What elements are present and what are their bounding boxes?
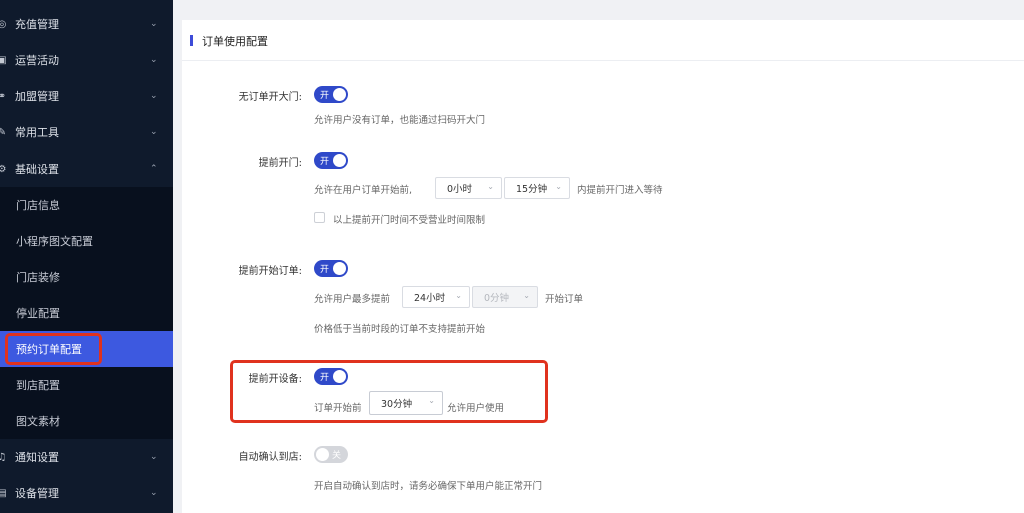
select-early-open-minute[interactable]: 15分钟 ⌄	[504, 177, 570, 199]
recharge-icon: ◎	[0, 18, 7, 30]
section-accent-bar	[190, 35, 193, 46]
field-label-early-start: 提前开始订单:	[238, 266, 302, 277]
sidebar-item-label: 门店装修	[16, 271, 60, 284]
sidebar-item-miniprogram-config[interactable]: 小程序图文配置	[0, 223, 173, 259]
settings-gear-icon: ⚙	[0, 163, 7, 175]
chevron-down-icon: ⌄	[455, 291, 462, 300]
sidebar: ◎ 充值管理 ⌄ ▣ 运营活动 ⌄ ⚭ 加盟管理 ⌄ ✎ 常用工具 ⌄ ⚙ 基础…	[0, 0, 173, 513]
field-label-no-order-open: 无订单开大门:	[238, 92, 302, 103]
tool-icon: ✎	[0, 126, 7, 138]
early-start-prefix: 允许用户最多提前	[314, 294, 391, 305]
checkbox-label: 以上提前开门时间不受营业时间限制	[333, 215, 486, 226]
field-label-auto-confirm: 自动确认到店:	[238, 452, 302, 463]
select-value: 15分钟	[516, 184, 548, 195]
campaign-icon: ▣	[0, 54, 7, 66]
sidebar-item-store-decoration[interactable]: 门店装修	[0, 259, 173, 295]
help-early-start: 价格低于当前时段的订单不支持提前开始	[314, 324, 486, 335]
toggle-knob	[333, 262, 346, 275]
checkbox-ignore-business-hours[interactable]	[314, 212, 325, 223]
toggle-early-start[interactable]: 开	[314, 260, 348, 277]
sidebar-group-label: 常用工具	[15, 126, 59, 139]
toggle-state-label: 关	[332, 451, 342, 461]
help-no-order-open: 允许用户没有订单，也能通过扫码开大门	[314, 115, 486, 126]
sidebar-item-label: 停业配置	[16, 307, 60, 320]
toggle-early-open[interactable]: 开	[314, 152, 348, 169]
field-label-early-open: 提前开门:	[258, 158, 302, 169]
sidebar-item-media-library[interactable]: 图文素材	[0, 403, 173, 439]
chevron-down-icon: ⌄	[150, 91, 158, 101]
chevron-down-icon: ⌄	[487, 182, 494, 191]
toggle-state-label: 开	[320, 91, 330, 101]
sidebar-group-devices[interactable]: ▤ 设备管理 ⌄	[0, 475, 173, 511]
chevron-up-icon: ⌃	[150, 164, 158, 174]
chevron-down-icon: ⌄	[523, 291, 530, 300]
sidebar-item-label: 小程序图文配置	[16, 235, 93, 248]
sidebar-group-operations[interactable]: ▣ 运营活动 ⌄	[0, 42, 173, 78]
main-panel	[182, 20, 1024, 513]
sidebar-group-label: 加盟管理	[15, 90, 59, 103]
sidebar-group-franchise[interactable]: ⚭ 加盟管理 ⌄	[0, 78, 173, 114]
toggle-no-order-open[interactable]: 开	[314, 86, 348, 103]
divider	[182, 60, 1024, 61]
sidebar-group-basic-settings[interactable]: ⚙ 基础设置 ⌃	[0, 151, 173, 187]
help-auto-confirm: 开启自动确认到店时，请务必确保下单用户能正常开门	[314, 481, 543, 492]
chevron-down-icon: ⌄	[150, 55, 158, 65]
sidebar-group-recharge[interactable]: ◎ 充值管理 ⌄	[0, 6, 173, 42]
sidebar-group-label: 运营活动	[15, 54, 59, 67]
highlight-box-early-device	[230, 360, 548, 423]
chevron-down-icon: ⌄	[555, 182, 562, 191]
early-open-suffix: 内提前开门进入等待	[577, 185, 663, 196]
bell-icon: ♫	[0, 451, 7, 463]
toggle-knob	[333, 154, 346, 167]
select-early-start-minute: 0分钟 ⌄	[472, 286, 538, 308]
highlight-box-sidebar	[5, 333, 102, 365]
sidebar-item-closure-config[interactable]: 停业配置	[0, 295, 173, 331]
toggle-knob	[333, 88, 346, 101]
franchise-icon: ⚭	[0, 90, 7, 102]
select-early-open-hour[interactable]: 0小时 ⌄	[435, 177, 502, 199]
chevron-down-icon: ⌄	[150, 488, 158, 498]
early-start-suffix: 开始订单	[545, 294, 584, 305]
sidebar-item-label: 到店配置	[16, 379, 60, 392]
sidebar-item-label: 门店信息	[16, 199, 60, 212]
toggle-auto-confirm[interactable]: 关	[314, 446, 348, 463]
select-value: 0小时	[447, 184, 473, 195]
sidebar-item-arrival-config[interactable]: 到店配置	[0, 367, 173, 403]
sidebar-item-store-info[interactable]: 门店信息	[0, 187, 173, 223]
select-value: 0分钟	[484, 293, 510, 304]
sidebar-group-label: 基础设置	[15, 163, 59, 176]
sidebar-group-notifications[interactable]: ♫ 通知设置 ⌄	[0, 439, 173, 475]
chevron-down-icon: ⌄	[150, 19, 158, 29]
sidebar-group-label: 通知设置	[15, 451, 59, 464]
select-value: 24小时	[414, 293, 446, 304]
sidebar-item-label: 图文素材	[16, 415, 60, 428]
toggle-state-label: 开	[320, 265, 330, 275]
chevron-down-icon: ⌄	[150, 127, 158, 137]
toggle-knob	[316, 448, 329, 461]
sidebar-group-tools[interactable]: ✎ 常用工具 ⌄	[0, 114, 173, 150]
select-early-start-hour[interactable]: 24小时 ⌄	[402, 286, 470, 308]
sidebar-group-label: 设备管理	[15, 487, 59, 500]
toggle-state-label: 开	[320, 157, 330, 167]
chevron-down-icon: ⌄	[150, 452, 158, 462]
device-icon: ▤	[0, 487, 7, 499]
sidebar-group-label: 充值管理	[15, 18, 59, 31]
early-open-prefix: 允许在用户订单开始前,	[314, 185, 413, 196]
section-title: 订单使用配置	[202, 35, 268, 48]
